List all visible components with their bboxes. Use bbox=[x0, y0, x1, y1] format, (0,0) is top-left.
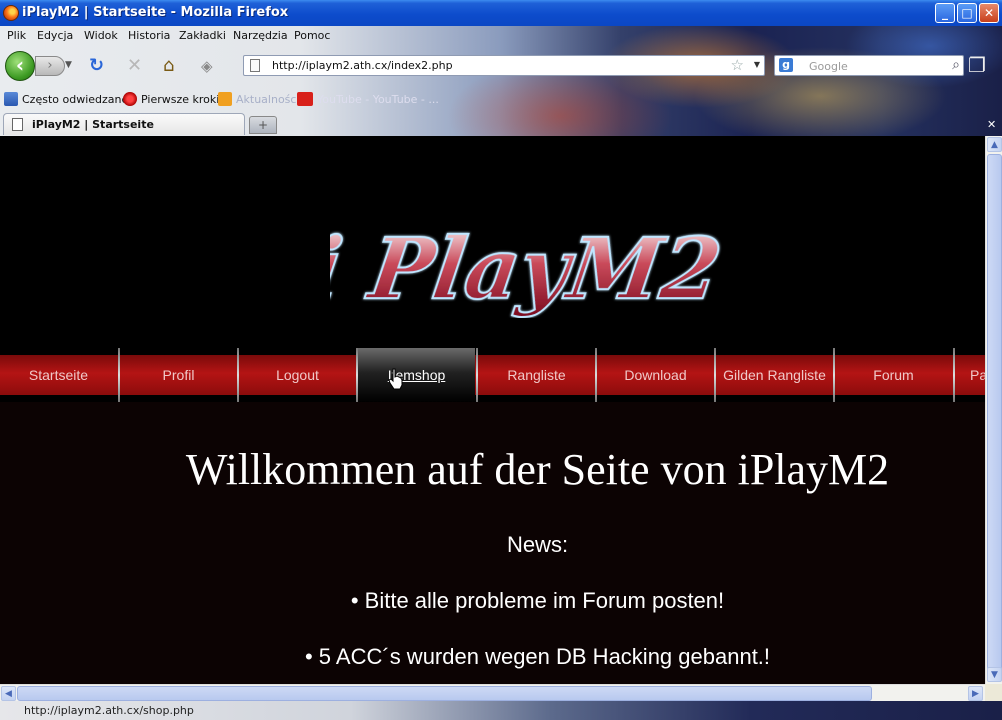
nav-download[interactable]: Download bbox=[597, 355, 714, 395]
bookmark-getting-started[interactable]: Pierwsze kroki bbox=[123, 92, 219, 106]
nav-label: Forum bbox=[873, 367, 914, 383]
maximize-button[interactable]: □ bbox=[957, 3, 977, 23]
tab-page-icon bbox=[12, 118, 23, 131]
youtube-icon bbox=[297, 92, 313, 106]
vertical-scroll-thumb[interactable] bbox=[987, 154, 1002, 674]
firefox-icon bbox=[3, 5, 19, 21]
tab-active[interactable]: iPlayM2 | Startseite bbox=[3, 113, 245, 135]
news-heading: News: bbox=[506, 532, 569, 557]
folder-icon bbox=[4, 92, 18, 106]
news-item: • 5 ACC´s wurden wegen DB Hacking gebann… bbox=[304, 644, 771, 669]
nav-forum[interactable]: Forum bbox=[835, 355, 952, 395]
nav-label: Rangliste bbox=[507, 367, 566, 383]
google-icon[interactable]: g bbox=[779, 58, 793, 72]
navigation-toolbar: ‹ › ▼ ↻ ✕ ⌂ ◈ http://iplaym2.ath.cx/inde… bbox=[0, 46, 1002, 86]
back-button[interactable]: ‹ bbox=[5, 51, 35, 81]
nav-label: Pa bbox=[970, 367, 985, 383]
forward-button[interactable]: › bbox=[35, 56, 65, 76]
main-content: Willkommen auf der Seite von iPlayM2 New… bbox=[0, 402, 985, 684]
site-logo: i PlayM2 bbox=[330, 218, 728, 318]
horizontal-scrollbar[interactable]: ◀ ▶ bbox=[0, 684, 985, 701]
reload-icon[interactable]: ↻ bbox=[89, 56, 104, 76]
addon-icon[interactable]: ◈ bbox=[201, 56, 213, 76]
status-text: http://iplaym2.ath.cx/shop.php bbox=[24, 704, 194, 717]
menu-bar: Plik Edycja Widok Historia Zakładki Narz… bbox=[0, 26, 1002, 44]
tab-close-icon[interactable]: ✕ bbox=[987, 118, 996, 131]
bookmark-news[interactable]: Aktualności bbox=[218, 92, 300, 106]
menu-narzedzia[interactable]: Narzędzia bbox=[233, 29, 288, 42]
menu-pomoc[interactable]: Pomoc bbox=[294, 29, 330, 42]
page-icon bbox=[250, 59, 260, 72]
site-navigation: Startseite Profil Logout Itemshop Rangli… bbox=[0, 348, 985, 402]
nav-itemshop[interactable]: Itemshop bbox=[358, 348, 475, 402]
vertical-scrollbar[interactable]: ▲ ▼ bbox=[985, 136, 1002, 684]
window-tile-icon[interactable]: ❐ bbox=[968, 53, 992, 77]
status-bar: http://iplaym2.ath.cx/shop.php bbox=[0, 701, 1002, 720]
horizontal-scroll-thumb[interactable] bbox=[17, 686, 872, 701]
menu-plik[interactable]: Plik bbox=[7, 29, 26, 42]
window-titlebar: iPlayM2 | Startseite - Mozilla Firefox _… bbox=[0, 0, 1002, 26]
gear-flower-icon bbox=[123, 92, 137, 106]
search-magnifier-icon[interactable]: ⌕ bbox=[952, 57, 960, 73]
news-item: • Bitte alle probleme im Forum posten! bbox=[350, 588, 725, 613]
new-tab-button[interactable]: + bbox=[249, 116, 277, 134]
back-arrow-icon: ‹ bbox=[15, 53, 25, 77]
tab-strip: iPlayM2 | Startseite + ✕ bbox=[0, 112, 1002, 136]
nav-label: Logout bbox=[276, 367, 319, 383]
forward-arrow-icon: › bbox=[47, 58, 53, 73]
scroll-up-icon[interactable]: ▲ bbox=[987, 137, 1002, 152]
nav-rangliste[interactable]: Rangliste bbox=[478, 355, 595, 395]
nav-logout[interactable]: Logout bbox=[239, 355, 356, 395]
rss-icon bbox=[218, 92, 232, 106]
search-input[interactable]: Google bbox=[809, 60, 848, 73]
scroll-down-icon[interactable]: ▼ bbox=[987, 667, 1002, 682]
window-title: iPlayM2 | Startseite - Mozilla Firefox bbox=[22, 5, 289, 20]
bookmark-youtube[interactable]: YouTube - YouTube - ... bbox=[297, 92, 439, 106]
menu-edycja[interactable]: Edycja bbox=[37, 29, 73, 42]
scroll-left-icon[interactable]: ◀ bbox=[1, 686, 16, 701]
tab-label: iPlayM2 | Startseite bbox=[32, 118, 154, 131]
stop-icon[interactable]: ✕ bbox=[127, 56, 142, 76]
close-button[interactable]: ✕ bbox=[979, 3, 999, 23]
menu-historia[interactable]: Historia bbox=[128, 29, 170, 42]
history-dropdown-icon[interactable]: ▼ bbox=[65, 60, 72, 70]
bookmark-star-icon[interactable]: ☆ bbox=[731, 56, 744, 74]
search-bar[interactable]: g Google ⌕ bbox=[774, 55, 964, 76]
browser-chrome: Plik Edycja Widok Historia Zakładki Narz… bbox=[0, 26, 1002, 136]
nav-label: Startseite bbox=[28, 367, 89, 383]
minimize-button[interactable]: _ bbox=[935, 3, 955, 23]
nav-profil[interactable]: Profil bbox=[120, 355, 237, 395]
bookmark-label: Aktualności bbox=[236, 93, 300, 106]
scroll-right-icon[interactable]: ▶ bbox=[968, 686, 983, 701]
menu-zakladki[interactable]: Zakładki bbox=[179, 29, 226, 42]
nav-startseite[interactable]: Startseite bbox=[0, 355, 117, 395]
bookmarks-toolbar: Często odwiedzane Pierwsze kroki Aktualn… bbox=[0, 88, 1002, 110]
menu-widok[interactable]: Widok bbox=[84, 29, 118, 42]
bookmark-label: YouTube - YouTube - ... bbox=[317, 93, 439, 106]
logo-text: i PlayM2 bbox=[330, 219, 727, 318]
news-text: Bitte alle probleme im Forum posten! bbox=[364, 588, 725, 613]
nav-label: Profil bbox=[162, 367, 195, 383]
welcome-heading: Willkommen auf der Seite von iPlayM2 bbox=[185, 445, 890, 494]
scrollbar-corner bbox=[985, 684, 1002, 701]
page-viewport: i PlayM2 Startseite Profil Logout Itemsh… bbox=[0, 136, 985, 684]
address-bar[interactable]: http://iplaym2.ath.cx/index2.php ☆ ▼ bbox=[243, 55, 765, 76]
hand-cursor-icon bbox=[388, 368, 403, 390]
nav-label: Download bbox=[624, 367, 687, 383]
address-input[interactable]: http://iplaym2.ath.cx/index2.php bbox=[272, 59, 453, 72]
bookmark-label: Często odwiedzane bbox=[22, 93, 129, 106]
url-dropdown-icon[interactable]: ▼ bbox=[754, 60, 760, 69]
home-icon[interactable]: ⌂ bbox=[163, 56, 174, 76]
nav-gilden-rangliste[interactable]: Gilden Rangliste bbox=[716, 355, 833, 395]
news-text: 5 ACC´s wurden wegen DB Hacking gebannt.… bbox=[318, 644, 771, 669]
nav-partial-item[interactable]: Pa bbox=[955, 355, 985, 395]
bookmark-label: Pierwsze kroki bbox=[141, 93, 220, 106]
bookmark-most-visited[interactable]: Często odwiedzane bbox=[4, 92, 128, 106]
nav-label: Gilden Rangliste bbox=[723, 367, 826, 383]
